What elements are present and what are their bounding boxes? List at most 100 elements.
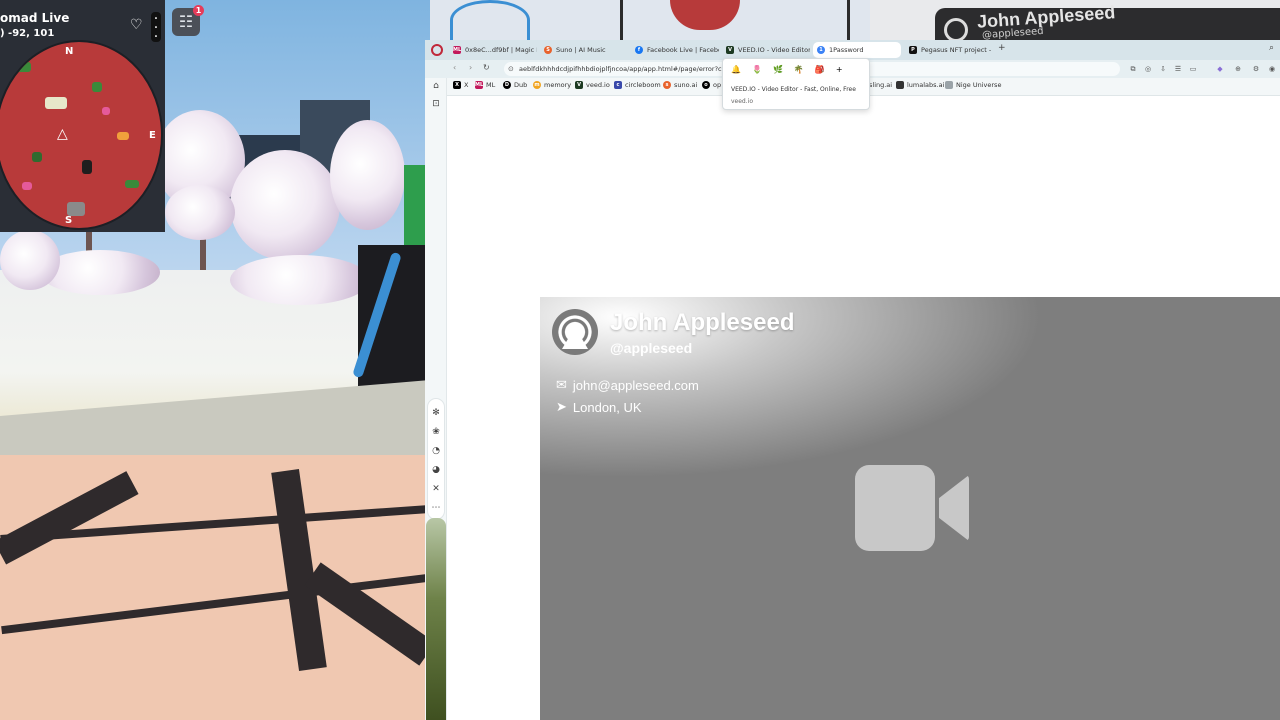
- caller-location: London, UK: [572, 399, 642, 415]
- tab-magic-lab[interactable]: ML 0x8eC...df9bf | Magic Lab: [449, 42, 537, 58]
- email-row: ✉ john@appleseed.com: [556, 377, 699, 393]
- vpn-icon[interactable]: ⊕: [1233, 64, 1243, 74]
- tab-1password[interactable]: 1 1Password: [813, 42, 901, 58]
- game-viewport[interactable]: omad Live ) -92, 101 ♡ · · · N E S △ ☷ 1: [0, 0, 430, 720]
- camera-lens: [939, 475, 969, 541]
- bookmark-x[interactable]: X X: [453, 81, 468, 89]
- map-tile: [92, 82, 102, 92]
- dots-vertical-icon[interactable]: · · ·: [151, 12, 161, 44]
- avatar: [944, 18, 968, 42]
- map-tile: [82, 160, 92, 174]
- video-camera-off-icon: [855, 465, 970, 553]
- palm-icon[interactable]: 🌴: [794, 65, 804, 74]
- more-icon[interactable]: ⋯: [430, 502, 442, 514]
- opera-logo-icon[interactable]: [431, 44, 443, 56]
- bookmark-dub[interactable]: D Dub: [503, 81, 527, 89]
- bookmark-ml[interactable]: ML ML: [475, 81, 495, 89]
- compass-east: E: [149, 130, 156, 141]
- wallet-icon[interactable]: ▭: [1188, 64, 1198, 74]
- compass-north: N: [65, 46, 74, 57]
- settings-icon[interactable]: ⚙: [1251, 64, 1261, 74]
- suno-icon: s: [663, 81, 671, 89]
- bookmark-veed[interactable]: V veed.io: [575, 81, 610, 89]
- veed-icon: V: [726, 46, 734, 54]
- caller-name: John Appleseed: [610, 309, 795, 336]
- pin-icon[interactable]: ⧉: [1128, 64, 1138, 74]
- popup-url: veed.io: [731, 98, 753, 105]
- aria-icon[interactable]: ◆: [1215, 64, 1225, 74]
- plus-icon[interactable]: +: [836, 65, 843, 74]
- map-tile: [125, 180, 139, 188]
- player-arrow-icon: △: [57, 126, 68, 142]
- bookmark-label: circleboom: [625, 81, 661, 89]
- blue-arc: [450, 0, 530, 40]
- bookmark-lumalabs[interactable]: lumalabs.ai: [896, 81, 944, 89]
- x-icon[interactable]: ✕: [430, 483, 442, 495]
- whatsapp-icon[interactable]: ◕: [430, 464, 442, 476]
- bag-icon[interactable]: 🎒: [815, 65, 825, 74]
- bookmark-suno[interactable]: s suno.ai: [663, 81, 697, 89]
- map-tile: [45, 97, 67, 109]
- messenger-icon[interactable]: ◔: [430, 445, 442, 457]
- new-tab-plus-icon[interactable]: +: [998, 43, 1006, 53]
- back-arrow-icon[interactable]: ‹: [453, 63, 456, 72]
- bookmark-label: op: [713, 81, 722, 89]
- ai-icon[interactable]: ✻: [430, 407, 442, 419]
- minimap[interactable]: N E S △: [0, 40, 163, 230]
- bookmark-nige-universe[interactable]: Nige Universe: [945, 81, 1001, 89]
- memory-icon: m: [533, 81, 541, 89]
- tab-label: 0x8eC...df9bf | Magic Lab: [465, 46, 537, 54]
- site-info-icon[interactable]: ⊙: [508, 62, 514, 76]
- magic-lab-icon: ML: [453, 46, 462, 54]
- paw-icon[interactable]: ❀: [430, 426, 442, 438]
- location-arrow-icon: ➤: [556, 399, 567, 414]
- easy-setup-icon[interactable]: ☰: [1173, 64, 1183, 74]
- tab-suno[interactable]: S Suno | AI Music: [540, 42, 628, 58]
- frame: [620, 0, 850, 40]
- profile-icon[interactable]: ◉: [1267, 64, 1277, 74]
- x-icon: X: [453, 81, 461, 89]
- tab-bar: ML 0x8eC...df9bf | Magic Lab S Suno | AI…: [425, 40, 1280, 60]
- caller-handle: @appleseed: [610, 340, 693, 356]
- bookmark-label: ML: [486, 81, 496, 89]
- speed-dial-icon[interactable]: ⊡: [430, 98, 442, 110]
- home-icon[interactable]: ⌂: [430, 80, 442, 92]
- bookmark-label: memory: [544, 81, 572, 89]
- camera-icon[interactable]: ◎: [1143, 64, 1153, 74]
- op-icon: o: [702, 81, 710, 89]
- facebook-icon: f: [635, 46, 643, 54]
- tab-label: VEED.IO - Video Editor: [738, 46, 810, 54]
- extensions-icon[interactable]: ⇩: [1158, 64, 1168, 74]
- tab-label: Suno | AI Music: [556, 46, 606, 54]
- camera-body: [855, 465, 935, 551]
- cherry-tree: [230, 150, 340, 260]
- flower-icon[interactable]: 🌷: [752, 65, 762, 74]
- bookmark-label: suno.ai: [674, 81, 698, 89]
- forward-arrow-icon[interactable]: ›: [469, 63, 472, 72]
- inventory-badge: 1: [193, 5, 204, 16]
- browser-sidebar: ⌂ ⊡ ✻ ❀ ◔ ◕ ✕ ⋯: [425, 78, 447, 720]
- bookmark-label: Dub: [514, 81, 528, 89]
- bookmark-sling[interactable]: sling.ai: [869, 81, 892, 89]
- tab-pegasus[interactable]: P Pegasus NFT project - v: [905, 42, 993, 58]
- bookmark-memory[interactable]: m memory: [533, 81, 571, 89]
- bookmark-label: X: [464, 81, 469, 89]
- video-call-card[interactable]: John Appleseed @appleseed ✉ john@applese…: [540, 297, 1280, 720]
- bookmark-label: veed.io: [586, 81, 610, 89]
- bell-icon[interactable]: 🔔: [731, 65, 741, 74]
- leaf-icon[interactable]: 🌿: [773, 65, 783, 74]
- tab-facebook[interactable]: f Facebook Live | Facebook: [631, 42, 719, 58]
- tab-search-icon[interactable]: ⌕: [1269, 43, 1274, 53]
- mail-icon: ✉: [556, 377, 567, 392]
- tab-veed[interactable]: V VEED.IO - Video Editor: [722, 42, 810, 58]
- heart-icon[interactable]: ♡: [130, 17, 143, 33]
- bookmark-op[interactable]: o op: [702, 81, 721, 89]
- reload-icon[interactable]: ↻: [483, 63, 490, 72]
- minimap-panel: omad Live ) -92, 101 ♡ · · · N E S △: [0, 0, 165, 232]
- bookmark-label: Nige Universe: [956, 81, 1002, 89]
- sidebar-wallpaper: [426, 518, 446, 720]
- bookmark-circleboom[interactable]: c circleboom: [614, 81, 661, 89]
- lumalabs-icon: [896, 81, 904, 89]
- map-tile: [102, 107, 110, 115]
- tab-label: 1Password: [829, 46, 864, 54]
